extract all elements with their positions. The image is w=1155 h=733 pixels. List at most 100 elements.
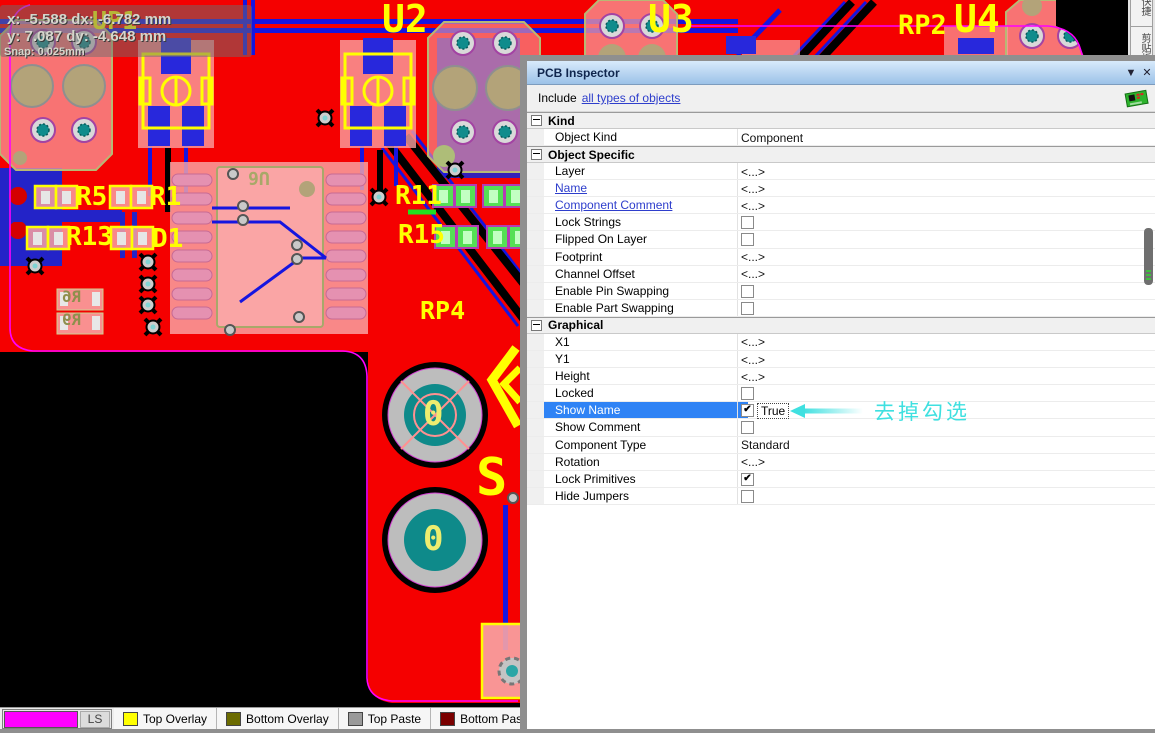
prop-row-enable-part-swapping[interactable]: Enable Part Swapping bbox=[527, 300, 1155, 317]
section-title: Graphical bbox=[548, 318, 603, 332]
prop-row-component-type[interactable]: Component TypeStandard bbox=[527, 437, 1155, 454]
prop-value-cell: <...> bbox=[741, 198, 765, 213]
prop-label-name[interactable]: Name bbox=[555, 181, 587, 196]
prop-row-footprint[interactable]: Footprint <...> bbox=[527, 249, 1155, 266]
prop-row-lock-strings[interactable]: Lock Strings bbox=[527, 214, 1155, 231]
panel-collapse-icon[interactable]: ▼ bbox=[1123, 67, 1139, 79]
silkscreen-label-s-12[interactable]: S bbox=[476, 452, 507, 504]
silkscreen-label-r5-5[interactable]: R5 bbox=[76, 184, 107, 210]
layer-tab-bar: LS Top OverlayBottom OverlayTop PasteBot… bbox=[0, 707, 520, 730]
prop-label-component-comment[interactable]: Component Comment bbox=[555, 198, 672, 213]
prop-value-x1[interactable]: <...> bbox=[741, 335, 765, 349]
prop-row-x1[interactable]: X1<...> bbox=[527, 334, 1155, 351]
checkbox-flipped-on-layer[interactable] bbox=[741, 233, 754, 246]
prop-row-height[interactable]: Height<...> bbox=[527, 368, 1155, 385]
silkscreen-label-r15-10[interactable]: R15 bbox=[398, 222, 445, 248]
prop-row-locked[interactable]: Locked bbox=[527, 385, 1155, 402]
prop-label-footprint: Footprint bbox=[555, 250, 602, 265]
prop-value-cell: <...> bbox=[741, 335, 765, 350]
prop-row-lock-primitives[interactable]: Lock Primitives ✔ bbox=[527, 471, 1155, 488]
section-header-object-specific[interactable]: Object Specific bbox=[527, 146, 1155, 163]
layer-tab-bottom-overlay[interactable]: Bottom Overlay bbox=[217, 708, 339, 730]
prop-row-object-kind[interactable]: Object KindComponent bbox=[527, 129, 1155, 146]
prop-row-show-name[interactable]: Show Name✔True bbox=[527, 402, 1155, 419]
prop-row-layer[interactable]: Layer<...> bbox=[527, 163, 1155, 180]
silkscreen-label-r13-7[interactable]: R13 bbox=[66, 224, 113, 250]
prop-value-cell: Standard bbox=[741, 438, 790, 453]
silkscreen-label-d1-8[interactable]: D1 bbox=[152, 226, 183, 252]
hud-x-line: x: -5.588 dx: -6.782 mm bbox=[7, 11, 171, 28]
prop-row-rotation[interactable]: Rotation<...> bbox=[527, 454, 1155, 471]
prop-value-show-name[interactable]: True bbox=[757, 403, 789, 419]
column-divider bbox=[737, 437, 738, 453]
layer-tab-top-paste[interactable]: Top Paste bbox=[339, 708, 431, 730]
hud-y-line: y: 7.087 dy: -4.648 mm bbox=[7, 28, 166, 45]
collapse-box-icon[interactable] bbox=[531, 115, 542, 126]
prop-value-rotation[interactable]: <...> bbox=[741, 455, 765, 469]
silkscreen-label-r9-17[interactable]: R9 bbox=[62, 312, 81, 328]
silkscreen-label-0-13[interactable]: 0 bbox=[423, 397, 443, 431]
collapse-box-icon[interactable] bbox=[531, 149, 542, 160]
docked-panel-tabs: 快捷剪贴板 bbox=[1128, 0, 1155, 55]
column-divider bbox=[737, 180, 738, 196]
prop-row-y1[interactable]: Y1 <...> bbox=[527, 351, 1155, 368]
current-layer-indicator[interactable]: LS bbox=[2, 709, 112, 729]
prop-row-channel-offset[interactable]: Channel Offset<...> bbox=[527, 266, 1155, 283]
prop-value-object-kind[interactable]: Component bbox=[741, 131, 803, 145]
checkbox-enable-part-swapping[interactable] bbox=[741, 302, 754, 315]
side-tab-1[interactable]: 剪贴板 bbox=[1130, 26, 1153, 55]
silkscreen-label-r6-16[interactable]: R6 bbox=[62, 289, 81, 305]
checkbox-hide-jumpers[interactable] bbox=[741, 490, 754, 503]
layer-tab-bottom-paste[interactable]: Bottom Paste bbox=[431, 708, 520, 730]
prop-value-component-type[interactable]: Standard bbox=[741, 438, 790, 452]
silkscreen-label-u6-15[interactable]: U6 bbox=[248, 168, 270, 186]
prop-value-footprint[interactable]: <...> bbox=[741, 250, 765, 264]
include-row: Include all types of objects bbox=[527, 85, 1155, 112]
prop-value-layer[interactable]: <...> bbox=[741, 165, 765, 179]
prop-label-hide-jumpers: Hide Jumpers bbox=[555, 489, 629, 504]
prop-value-cell bbox=[741, 420, 754, 435]
prop-row-component-comment[interactable]: Component Comment <...> bbox=[527, 197, 1155, 214]
checkbox-lock-strings[interactable] bbox=[741, 216, 754, 229]
silkscreen-label-rp4-11[interactable]: RP4 bbox=[420, 298, 465, 323]
silkscreen-label-r1-6[interactable]: R1 bbox=[150, 184, 181, 210]
silkscreen-label-u3-2[interactable]: U3 bbox=[648, 0, 694, 38]
prop-row-show-comment[interactable]: Show Comment bbox=[527, 419, 1155, 436]
prop-row-hide-jumpers[interactable]: Hide Jumpers bbox=[527, 488, 1155, 505]
checkbox-show-name[interactable]: ✔ bbox=[741, 404, 754, 417]
layer-tab-top-overlay[interactable]: Top Overlay bbox=[114, 708, 217, 730]
section-header-graphical[interactable]: Graphical bbox=[527, 317, 1155, 334]
checkbox-lock-primitives[interactable]: ✔ bbox=[741, 473, 754, 486]
silkscreen-label-r11-9[interactable]: R11 bbox=[395, 183, 442, 209]
panel-close-icon[interactable]: ✕ bbox=[1139, 66, 1155, 79]
prop-value-height[interactable]: <...> bbox=[741, 370, 765, 384]
prop-value-y1[interactable]: <...> bbox=[741, 353, 765, 367]
prop-row-name[interactable]: Name <...> bbox=[527, 180, 1155, 197]
prop-value-name[interactable]: <...> bbox=[741, 182, 765, 196]
current-layer-swatch bbox=[4, 711, 78, 728]
prop-label-lock-primitives: Lock Primitives bbox=[555, 472, 636, 487]
collapse-box-icon[interactable] bbox=[531, 320, 542, 331]
prop-value-cell bbox=[741, 386, 754, 401]
layer-color-swatch bbox=[348, 712, 363, 726]
column-divider bbox=[737, 300, 738, 316]
silkscreen-label-rp2-3[interactable]: RP2 bbox=[898, 12, 947, 39]
include-scope-link[interactable]: all types of objects bbox=[582, 91, 681, 105]
prop-row-enable-pin-swapping[interactable]: Enable Pin Swapping bbox=[527, 283, 1155, 300]
silkscreen-label-u2-1[interactable]: U2 bbox=[382, 0, 428, 38]
scrollbar-thumb[interactable] bbox=[1144, 228, 1153, 285]
pcb-board-icon bbox=[1123, 87, 1151, 109]
prop-value-channel-offset[interactable]: <...> bbox=[741, 267, 765, 281]
checkbox-show-comment[interactable] bbox=[741, 421, 754, 434]
prop-label-y1: Y1 bbox=[555, 352, 570, 367]
prop-row-flipped-on-layer[interactable]: Flipped On Layer bbox=[527, 231, 1155, 248]
checkbox-locked[interactable] bbox=[741, 387, 754, 400]
checkbox-enable-pin-swapping[interactable] bbox=[741, 285, 754, 298]
section-header-kind[interactable]: Kind bbox=[527, 112, 1155, 129]
panel-title-bar[interactable]: PCB Inspector ▼ ✕ bbox=[527, 61, 1155, 85]
current-layer-label: LS bbox=[80, 711, 110, 728]
silkscreen-label-u4-4[interactable]: U4 bbox=[954, 0, 1000, 38]
prop-value-component-comment[interactable]: <...> bbox=[741, 199, 765, 213]
trimmer-u2[interactable] bbox=[340, 38, 416, 148]
silkscreen-label-0-14[interactable]: 0 bbox=[423, 522, 443, 556]
